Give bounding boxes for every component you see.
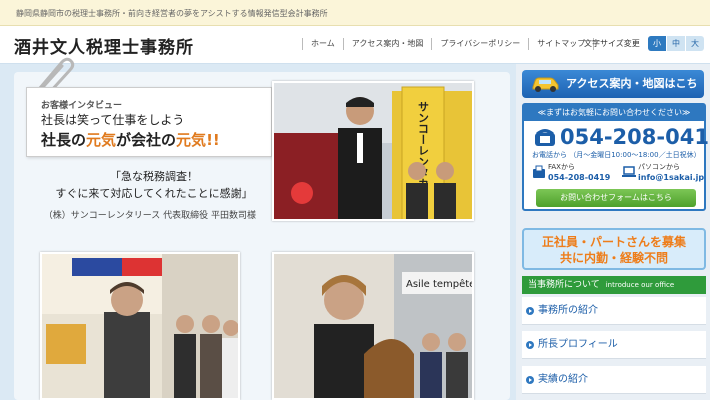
email-contact: パソコンから info@1sakai.jp: [622, 163, 704, 185]
phone-hours: お電話から （月〜金曜日10:00〜18:00／土日祝休）: [532, 151, 701, 159]
font-size-small-button[interactable]: 小: [648, 36, 666, 51]
phone-icon: [535, 129, 555, 146]
contact-header: ≪まずはお気軽にお問い合わせください≫: [524, 105, 704, 121]
interview-card[interactable]: お客様インタビュー 社長は笑って仕事をしよう 社長の元気が会社の元気!!: [26, 87, 272, 157]
site-tagline: 静岡県静岡市の税理士事務所・前向き経営者の夢をアシストする情報発信型会計事務所: [16, 9, 328, 18]
fax-number: 054-208-0419: [548, 173, 611, 182]
photo-client-rental-shop[interactable]: サンコーレンタカー: [272, 81, 474, 221]
car-icon: [532, 77, 559, 92]
font-size-medium-button[interactable]: 中: [666, 36, 685, 51]
contact-form-button[interactable]: お問い合わせフォームはこちら: [536, 189, 696, 207]
photo-client-shop-staff[interactable]: [40, 252, 240, 400]
nav-home[interactable]: ホーム: [302, 38, 343, 50]
contact-box: ≪まずはお気軽にお問い合わせください≫ 054-208-0412 お電話から （…: [522, 103, 710, 211]
nav-access[interactable]: アクセス案内・地図: [342, 38, 432, 50]
photo-client-hair-salon[interactable]: Asile tempête: [272, 252, 474, 400]
recruit-banner[interactable]: 正社員・パートさんを募集 共に内勤・経験不問: [522, 228, 706, 270]
interview-headline-2: 社長の元気が会社の元気!!: [41, 131, 220, 149]
office-link-results[interactable]: 実績の紹介: [522, 366, 706, 394]
phone-number[interactable]: 054-208-0412: [560, 125, 710, 149]
global-nav: ホーム アクセス案内・地図 プライバシーポリシー サイトマップ: [302, 38, 595, 50]
font-size-large-button[interactable]: 大: [685, 36, 704, 51]
laptop-icon: [622, 166, 636, 177]
salon-sign: Asile tempête: [406, 278, 474, 290]
email-label: パソコンから: [638, 163, 680, 171]
interview-credit: （株）サンコーレンタリース 代表取締役 平田数司様: [43, 211, 256, 221]
top-tagline-bar: 静岡県静岡市の税理士事務所・前向き経営者の夢をアシストする情報発信型会計事務所: [0, 0, 710, 26]
arrow-icon: [526, 341, 534, 349]
email-address[interactable]: info@1sakai.jp: [638, 173, 704, 182]
fax-icon: [533, 165, 545, 178]
fax-contact: FAXから 054-208-0419: [532, 163, 612, 185]
site-header: 酒井文人税理士事務所 ホーム アクセス案内・地図 プライバシーポリシー サイトマ…: [0, 26, 710, 64]
fax-label: FAXから: [548, 163, 575, 171]
font-size-label: 文字サイズ変更: [584, 39, 640, 48]
office-link-profile[interactable]: 所長プロフィール: [522, 331, 706, 359]
interview-label: お客様インタビュー: [41, 101, 123, 111]
office-link-intro[interactable]: 事務所の紹介: [522, 297, 706, 325]
arrow-icon: [526, 307, 534, 315]
office-section-header: 当事務所について introduce our office: [522, 276, 706, 294]
font-size-switcher: 小 中 大: [648, 36, 704, 51]
access-map-button[interactable]: アクセス案内・地図はこちら: [522, 70, 704, 118]
arrow-icon: [526, 376, 534, 384]
nav-privacy[interactable]: プライバシーポリシー: [431, 38, 528, 50]
interview-quote: 「急な税務調査！ すぐに来て対応してくれたことに感謝」: [55, 170, 253, 200]
interview-headline-1: 社長は笑って仕事をしよう: [41, 113, 185, 127]
